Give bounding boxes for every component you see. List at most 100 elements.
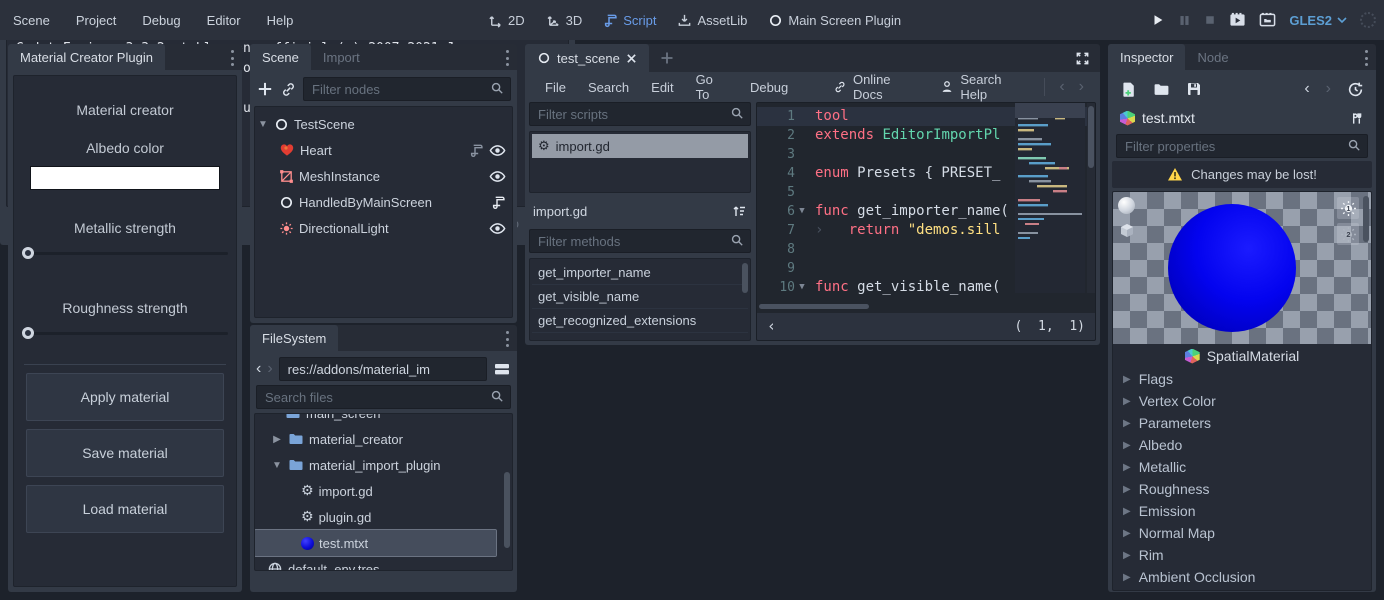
script-history-forward[interactable]: › (1073, 79, 1090, 95)
expand-icon[interactable]: ▶ (271, 434, 283, 445)
edited-resource-row[interactable]: test.mtxt (1112, 104, 1372, 132)
workspace-main-screen-plugin-button[interactable]: Main Screen Plugin (762, 13, 907, 28)
new-tab-icon[interactable] (659, 50, 675, 66)
dock-menu-icon[interactable] (505, 50, 509, 66)
property-group-rim[interactable]: ▶Rim (1113, 544, 1371, 566)
fold-icon[interactable]: ▼ (795, 202, 809, 221)
code-editor[interactable]: 1tool 2extends EditorImportPl 3 4enum Pr… (756, 102, 1096, 341)
tab-node[interactable]: Node (1185, 44, 1240, 70)
property-group-flags[interactable]: ▶Flags (1113, 368, 1371, 390)
current-path-input[interactable] (279, 357, 487, 381)
collapse-icon[interactable]: ▼ (257, 119, 269, 130)
pause-button[interactable] (1178, 14, 1191, 27)
visibility-eye-icon[interactable] (489, 220, 506, 237)
slider-grabber[interactable] (22, 247, 34, 259)
methods-scrollbar[interactable] (742, 263, 748, 293)
dock-menu-icon[interactable] (230, 50, 234, 66)
save-resource-icon[interactable] (1186, 81, 1202, 97)
editor-horizontal-scrollbar[interactable] (757, 303, 1007, 310)
visibility-eye-icon[interactable] (489, 168, 506, 185)
script-menu-search[interactable]: Search (578, 80, 639, 95)
extra-resource-options-icon[interactable] (1349, 111, 1364, 126)
tree-row-meshinstance[interactable]: MeshInstance (257, 163, 510, 189)
workspace-assetlib-button[interactable]: AssetLib (671, 13, 753, 28)
preview-light-1-toggle[interactable]: 1 (1337, 197, 1359, 219)
history-back-button[interactable]: ‹ (256, 361, 261, 377)
load-material-button[interactable]: Load material (26, 485, 224, 533)
property-group-metallic[interactable]: ▶Metallic (1113, 456, 1371, 478)
code-minimap[interactable] (1015, 103, 1085, 293)
tab-inspector[interactable]: Inspector (1108, 44, 1185, 70)
script-menu-goto[interactable]: Go To (686, 72, 738, 102)
tree-row-testscene[interactable]: ▼ TestScene (257, 111, 510, 137)
instance-scene-button[interactable] (280, 81, 297, 98)
workspace-3d-button[interactable]: 3D (540, 13, 589, 28)
dock-menu-icon[interactable] (505, 331, 509, 347)
filter-methods-input[interactable] (529, 229, 751, 253)
collapse-icon[interactable]: ▼ (271, 460, 283, 471)
tab-test-scene[interactable]: test_scene (525, 44, 649, 72)
play-button[interactable] (1151, 13, 1165, 27)
fs-row-plugin-gd[interactable]: ⚙ plugin.gd (255, 504, 512, 530)
menu-project[interactable]: Project (63, 13, 129, 28)
load-resource-folder-icon[interactable] (1153, 81, 1170, 98)
property-group-normal-map[interactable]: ▶Normal Map (1113, 522, 1371, 544)
update-spinner-icon[interactable] (1360, 12, 1376, 28)
property-group-emission[interactable]: ▶Emission (1113, 500, 1371, 522)
tree-row-directionallight[interactable]: DirectionalLight (257, 215, 510, 241)
online-docs-button[interactable]: Online Docs (823, 72, 928, 102)
script-menu-edit[interactable]: Edit (641, 80, 683, 95)
script-menu-file[interactable]: File (535, 80, 576, 95)
tab-filesystem[interactable]: FileSystem (250, 325, 338, 351)
split-mode-button[interactable] (493, 361, 511, 377)
preview-box-toggle[interactable] (1118, 222, 1138, 242)
tab-material-creator-plugin[interactable]: Material Creator Plugin (8, 44, 165, 70)
inspector-history-back[interactable]: ‹ (1304, 81, 1309, 97)
roughness-strength-slider[interactable] (22, 326, 228, 340)
add-node-button[interactable] (256, 80, 274, 98)
script-badge-icon[interactable] (491, 195, 506, 210)
property-group-ambient-occlusion[interactable]: ▶Ambient Occlusion (1113, 566, 1371, 588)
script-item-import-gd[interactable]: ⚙ import.gd (532, 134, 748, 158)
menu-editor[interactable]: Editor (194, 13, 254, 28)
apply-material-button[interactable]: Apply material (26, 373, 224, 421)
save-material-button[interactable]: Save material (26, 429, 224, 477)
script-menu-debug[interactable]: Debug (740, 80, 798, 95)
metallic-strength-slider[interactable] (22, 246, 228, 260)
fs-row-import-gd[interactable]: ⚙ import.gd (255, 478, 512, 504)
property-group-vertex-color[interactable]: ▶Vertex Color (1113, 390, 1371, 412)
renderer-dropdown[interactable]: GLES2 (1289, 13, 1347, 28)
albedo-color-picker[interactable] (30, 166, 220, 190)
preview-light-2-toggle[interactable]: 2 (1337, 223, 1359, 245)
menu-debug[interactable]: Debug (129, 13, 193, 28)
new-resource-icon[interactable] (1120, 81, 1137, 98)
search-help-button[interactable]: Search Help (930, 72, 1036, 102)
fs-row-material-creator[interactable]: ▶ material_creator (255, 426, 512, 452)
distraction-free-icon[interactable] (1075, 51, 1090, 66)
collapse-scripts-panel-icon[interactable]: ‹ (767, 319, 776, 334)
preview-sphere-toggle[interactable] (1118, 197, 1138, 217)
property-group-roughness[interactable]: ▶Roughness (1113, 478, 1371, 500)
stop-button[interactable] (1204, 14, 1216, 26)
filter-properties-input[interactable] (1116, 134, 1368, 158)
property-group-parameters[interactable]: ▶Parameters (1113, 412, 1371, 434)
play-scene-button[interactable] (1229, 12, 1246, 28)
visibility-eye-icon[interactable] (489, 142, 506, 159)
filter-nodes-input[interactable] (303, 77, 511, 101)
workspace-2d-button[interactable]: 2D (482, 13, 531, 28)
dock-menu-icon[interactable] (1364, 50, 1368, 66)
menu-help[interactable]: Help (254, 13, 307, 28)
material-type-row[interactable]: SpatialMaterial (1113, 344, 1371, 368)
script-history-back[interactable]: ‹ (1053, 79, 1070, 95)
workspace-script-button[interactable]: Script (597, 13, 662, 28)
object-history-icon[interactable] (1347, 81, 1364, 98)
fs-row-main-screen[interactable]: main_screen (255, 413, 512, 426)
method-item[interactable]: get_recognized_extensions (532, 309, 748, 333)
fold-icon[interactable]: ▼ (795, 278, 809, 297)
editor-vertical-scrollbar[interactable] (1087, 103, 1095, 293)
fs-row-default-env[interactable]: default_env.tres (255, 556, 512, 571)
filter-scripts-input[interactable] (529, 102, 751, 126)
method-item[interactable]: get_visible_name (532, 285, 748, 309)
search-files-input[interactable] (256, 385, 511, 409)
method-item[interactable]: get_importer_name (532, 261, 748, 285)
